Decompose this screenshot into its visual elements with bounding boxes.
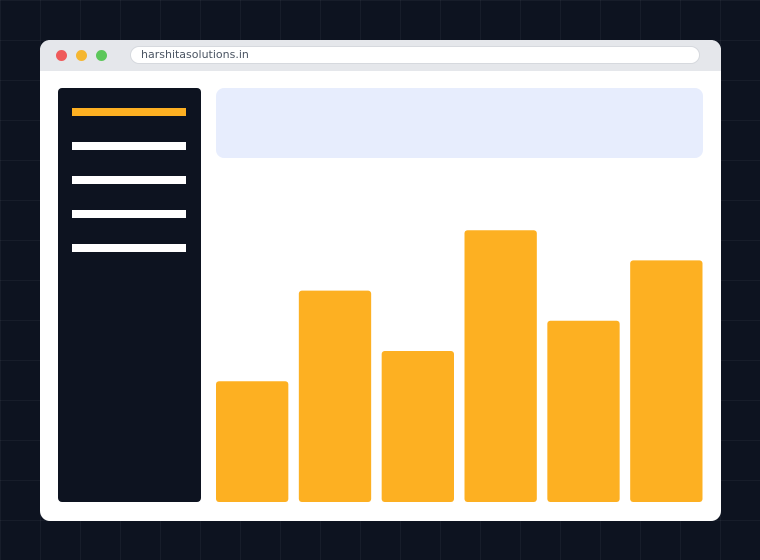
- header-card: [216, 88, 703, 158]
- maximize-window-button[interactable]: [96, 50, 107, 61]
- sidebar-item-5[interactable]: [72, 244, 186, 252]
- chart-bar-1: [216, 381, 289, 502]
- chart-bar-2: [298, 290, 372, 502]
- bar-chart: [216, 190, 703, 502]
- address-bar[interactable]: harshitasolutions.in: [130, 46, 700, 64]
- minimize-window-button[interactable]: [76, 50, 87, 61]
- chart-bar-6: [630, 260, 703, 502]
- chart-bar-3: [381, 351, 454, 502]
- sidebar-item-1[interactable]: [72, 108, 186, 116]
- browser-window: harshitasolutions.in: [40, 40, 721, 521]
- browser-titlebar: harshitasolutions.in: [40, 40, 721, 71]
- sidebar-item-3[interactable]: [72, 176, 186, 184]
- chart-bar-4: [464, 230, 537, 502]
- sidebar-item-4[interactable]: [72, 210, 186, 218]
- sidebar-item-2[interactable]: [72, 142, 186, 150]
- bar-chart-svg: [216, 230, 703, 502]
- chart-bar-5: [547, 320, 620, 502]
- sidebar: [58, 88, 201, 502]
- close-window-button[interactable]: [56, 50, 67, 61]
